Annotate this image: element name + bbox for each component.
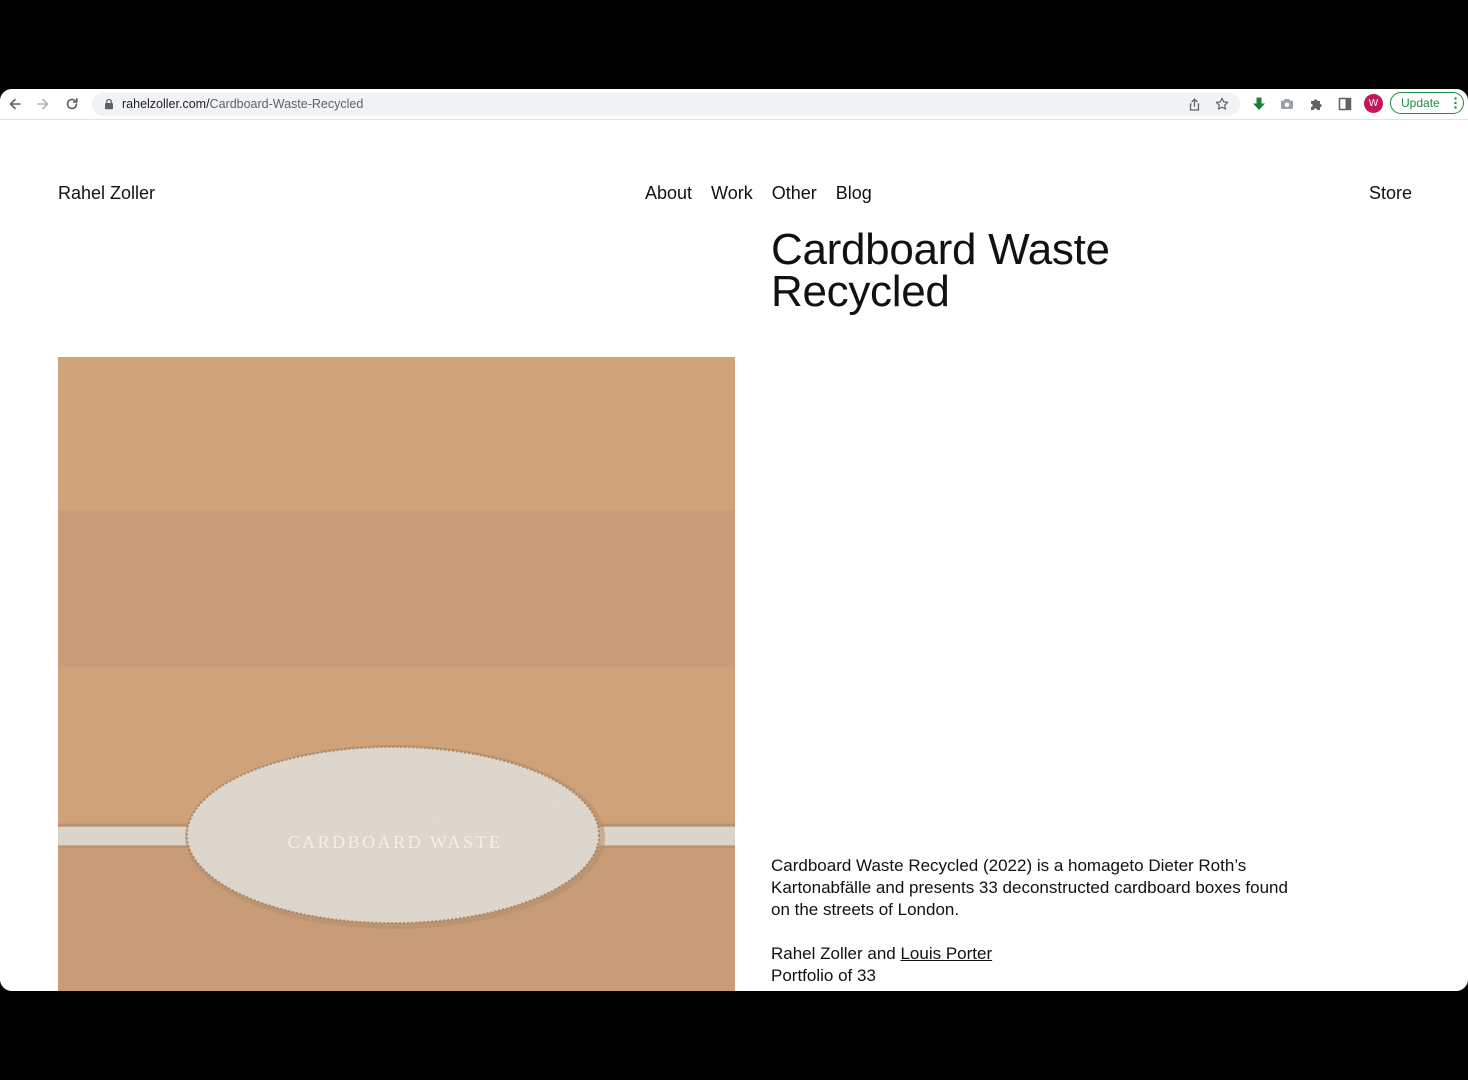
cardboard-illustration: CARDBOARD WASTE [58, 357, 735, 991]
web-page: Rahel Zoller About Work Other Blog Store [0, 120, 1468, 991]
reload-button[interactable] [63, 95, 81, 113]
lock-icon [105, 98, 113, 110]
forward-button[interactable] [34, 95, 52, 113]
update-button[interactable]: Update [1390, 92, 1464, 114]
store-link[interactable]: Store [1369, 182, 1412, 204]
nav-link-blog[interactable]: Blog [836, 182, 872, 204]
nav-link-other[interactable]: Other [772, 182, 817, 204]
url-path: Cardboard-Waste-Recycled [209, 97, 364, 111]
arrow-right-icon [37, 98, 49, 110]
page-title: Cardboard Waste Recycled [771, 228, 1291, 316]
reload-icon [66, 98, 78, 110]
share-icon [1189, 98, 1199, 111]
profile-avatar[interactable]: W [1364, 94, 1383, 113]
arrow-left-icon [9, 98, 21, 110]
url-text: rahelzoller.com/Cardboard-Waste-Recycled [122, 97, 363, 111]
bookmark-button[interactable] [1215, 97, 1229, 111]
download-arrow-icon [1253, 97, 1265, 110]
browser-window: rahelzoller.com/Cardboard-Waste-Recycled… [0, 89, 1468, 991]
share-button[interactable] [1187, 97, 1201, 111]
site-logo-link[interactable]: Rahel Zoller [58, 182, 155, 204]
side-panel-icon [1338, 97, 1352, 111]
download-extension-button[interactable] [1251, 96, 1267, 112]
cardboard-waste-emboss: CARDBOARD WASTE [288, 832, 503, 852]
browser-toolbar: rahelzoller.com/Cardboard-Waste-Recycled… [0, 89, 1468, 120]
update-label: Update [1401, 96, 1440, 110]
project-hero-image: CARDBOARD WASTE [58, 357, 735, 991]
description-text: Cardboard Waste Recycled (2022) is a hom… [771, 856, 1288, 919]
back-button[interactable] [6, 95, 24, 113]
camera-icon [1281, 99, 1293, 109]
puzzle-icon [1311, 99, 1322, 110]
url-host: rahelzoller.com/ [122, 97, 210, 111]
edition-text: Portfolio of 33 [771, 966, 876, 985]
nav-link-work[interactable]: Work [711, 182, 753, 204]
nav-link-about[interactable]: About [645, 182, 692, 204]
star-icon [1215, 97, 1229, 110]
side-panel-button[interactable] [1337, 96, 1353, 112]
credits-prefix: Rahel Zoller and [771, 944, 901, 963]
credits: Rahel Zoller and Louis Porter [771, 943, 1301, 965]
kebab-menu-icon [1454, 97, 1457, 109]
title-line-2: Recycled [771, 267, 950, 316]
project-description: Cardboard Waste Recycled (2022) is a hom… [771, 855, 1301, 987]
extensions-button[interactable] [1308, 96, 1324, 112]
louis-porter-link[interactable]: Louis Porter [900, 944, 992, 963]
main-navigation: About Work Other Blog [645, 182, 872, 204]
address-bar[interactable]: rahelzoller.com/Cardboard-Waste-Recycled [92, 92, 1240, 116]
screenshot-extension-button[interactable] [1279, 96, 1295, 112]
